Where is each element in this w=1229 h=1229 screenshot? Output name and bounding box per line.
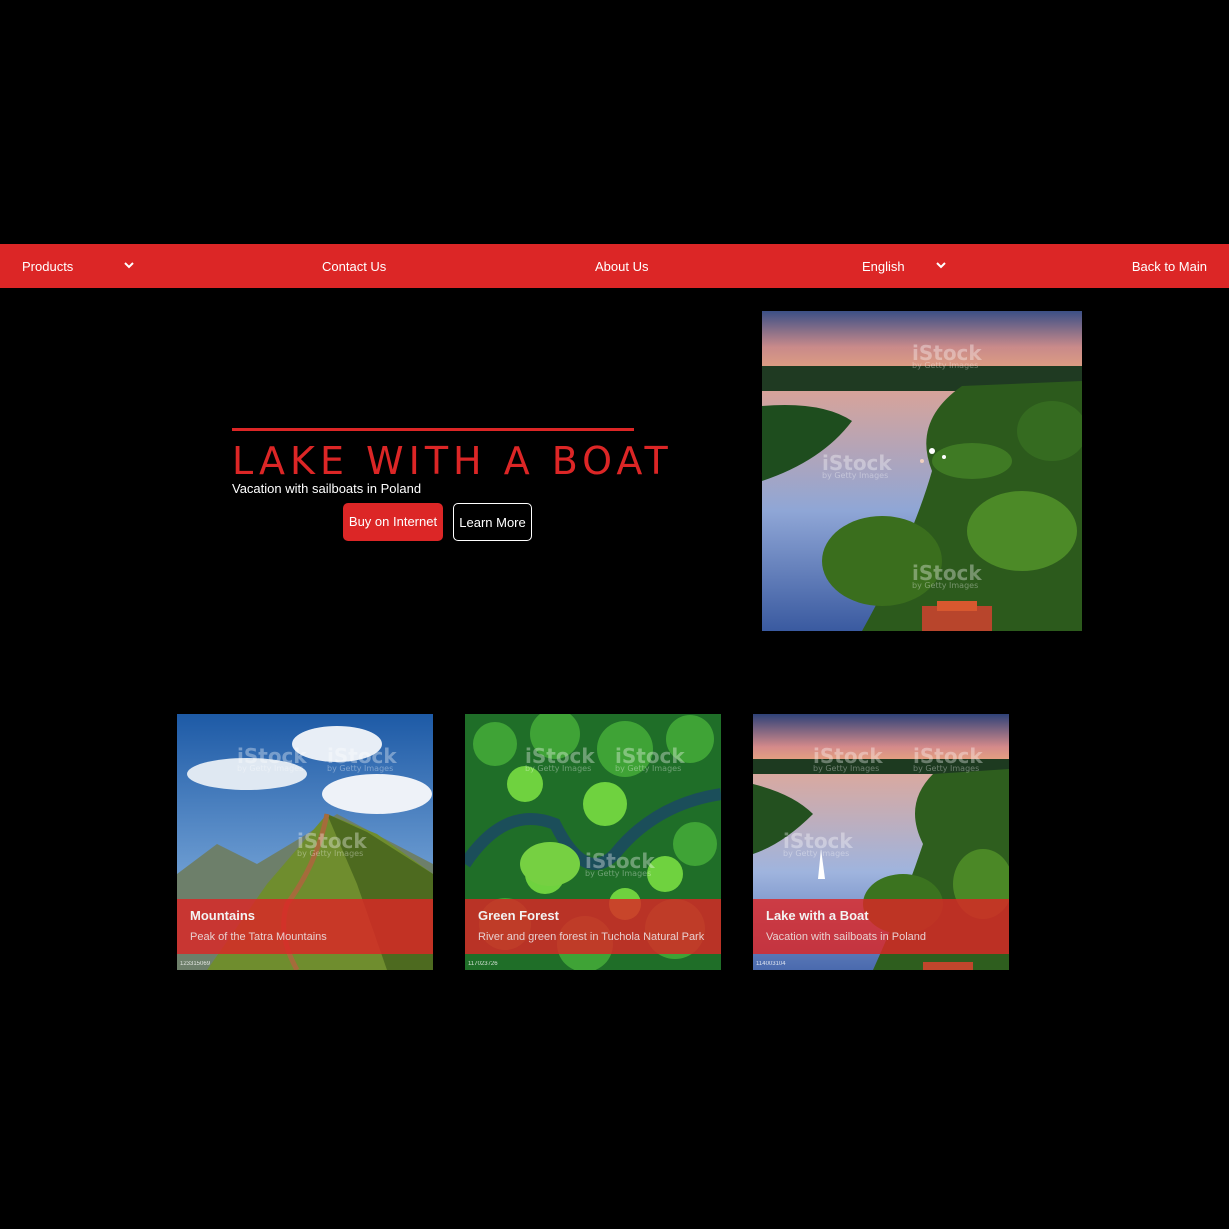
hero-text-block: LAKE WITH A BOAT Vacation with sailboats… [232, 428, 673, 497]
image-id: 117023726 [468, 961, 498, 967]
card-description: River and green forest in Tuchola Natura… [478, 931, 705, 943]
lake-scene-illustration [762, 311, 1082, 631]
hero-title: LAKE WITH A BOAT [232, 439, 673, 483]
language-dropdown[interactable]: English [862, 244, 946, 288]
chevron-down-icon [936, 262, 946, 269]
product-card-mountains[interactable]: iStock by Getty Images iStock by Getty Ima… [177, 714, 433, 970]
image-id: 114003104 [756, 961, 786, 967]
about-us-link[interactable]: About Us [595, 244, 648, 288]
card-title: Green Forest [478, 908, 559, 923]
back-to-main-link[interactable]: Back to Main [1132, 244, 1207, 288]
card-caption: Lake with a Boat Vacation with sailboats… [753, 899, 1009, 954]
card-caption: Green Forest River and green forest in T… [465, 899, 721, 954]
product-card-lake-with-a-boat[interactable]: iStock by Getty Images iStock by Getty Ima… [753, 714, 1009, 970]
chevron-down-icon [124, 262, 134, 269]
products-label: Products [22, 259, 74, 274]
card-description: Vacation with sailboats in Poland [766, 931, 927, 943]
buy-on-internet-button[interactable]: Buy on Internet [343, 503, 443, 541]
card-caption: Mountains Peak of the Tatra Mountains [177, 899, 433, 954]
image-id: 123315069 [180, 961, 211, 967]
learn-more-button[interactable]: Learn More [453, 503, 532, 541]
hero-lake-image: iStock by Getty Images iStock by Getty Ima… [762, 311, 1082, 631]
hero-divider [232, 428, 634, 431]
contact-us-link[interactable]: Contact Us [322, 244, 386, 288]
language-label: English [862, 259, 905, 274]
products-dropdown[interactable]: Products [22, 244, 134, 288]
card-description: Peak of the Tatra Mountains [190, 931, 327, 943]
card-title: Lake with a Boat [766, 908, 869, 923]
main-navbar: Products Contact Us About Us English Bac… [0, 244, 1229, 288]
product-card-green-forest[interactable]: iStock by Getty Images iStock by Getty Ima… [465, 714, 721, 970]
card-title: Mountains [190, 908, 255, 923]
hero-subtitle: Vacation with sailboats in Poland [232, 481, 422, 496]
